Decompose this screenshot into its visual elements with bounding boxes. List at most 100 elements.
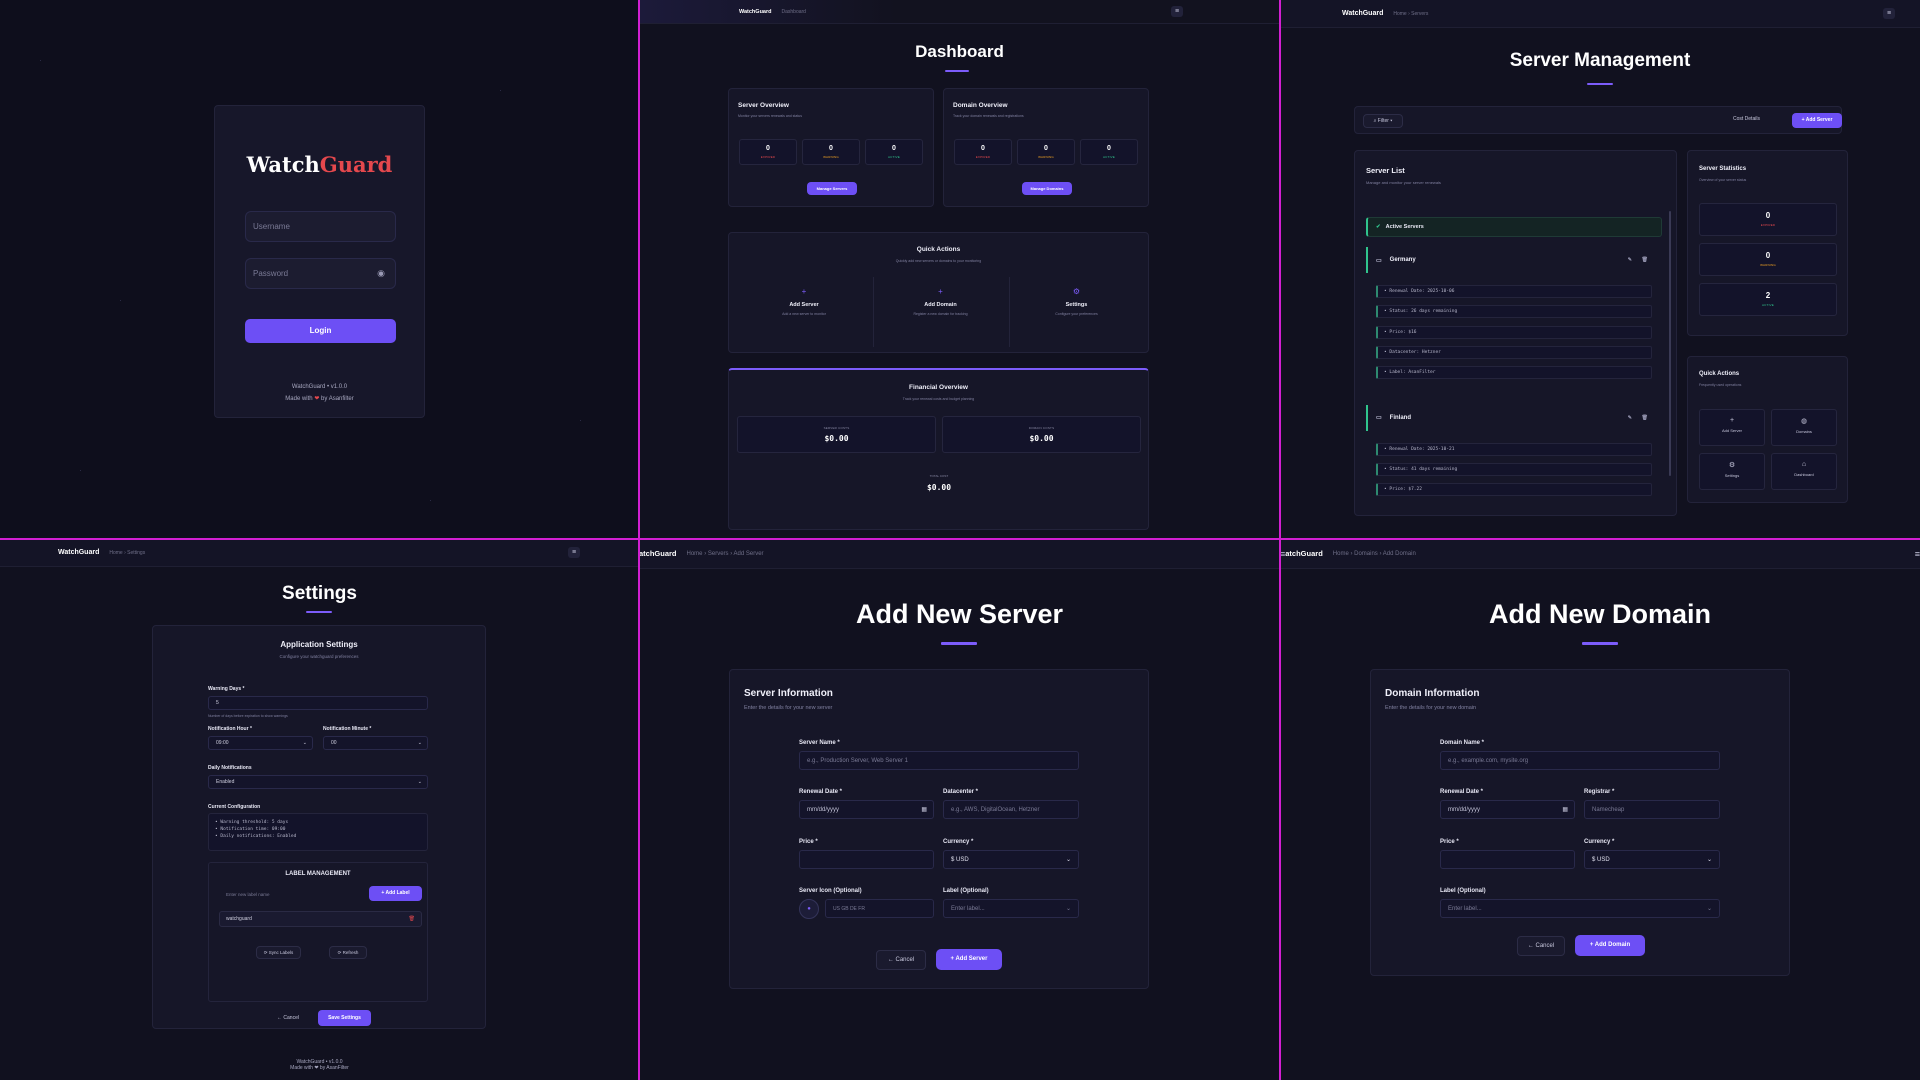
registrar-input[interactable]: Namecheap bbox=[1584, 800, 1720, 819]
renewal-date-input[interactable]: mm/dd/yyyy ▦ bbox=[799, 800, 934, 819]
breadcrumb: Home › Settings bbox=[109, 549, 146, 556]
manage-domains-button[interactable]: Manage Domains bbox=[1022, 182, 1072, 195]
login-button[interactable]: Login bbox=[245, 319, 396, 343]
delete-label-icon[interactable]: 🗑 bbox=[409, 916, 415, 922]
nav-brand[interactable]: atchGuard bbox=[639, 549, 677, 558]
currency-select[interactable]: $ USD ⌄ bbox=[1584, 850, 1720, 869]
calendar-icon[interactable]: ▦ bbox=[921, 806, 927, 813]
menu-icon[interactable]: ≡ bbox=[1883, 8, 1895, 19]
login-version: WatchGuard • v1.0.0 bbox=[291, 384, 348, 390]
nav-brand[interactable]: WatchGuard bbox=[739, 9, 772, 15]
menu-icon[interactable]: ≡ bbox=[568, 547, 580, 558]
settings-panel: WatchGuard Home › Settings ≡ Settings Ap… bbox=[0, 539, 639, 1080]
server-name-label: Server Name * bbox=[799, 740, 840, 746]
save-settings-button[interactable]: Save Settings bbox=[318, 1010, 371, 1026]
quick-action-desc: Register a new domain for tracking bbox=[913, 312, 968, 316]
current-config-box: • Warning threshold: 5 days • Notificatio… bbox=[208, 813, 428, 851]
cancel-button[interactable]: ← Cancel bbox=[1517, 936, 1565, 956]
edit-icon[interactable]: ✎ bbox=[1628, 257, 1632, 263]
domain-name-input[interactable]: e.g., example.com, mysite.org bbox=[1440, 751, 1720, 770]
currency-select[interactable]: $ USD ⌄ bbox=[943, 850, 1079, 869]
notification-minute-label: Notification Minute * bbox=[323, 726, 372, 732]
server-toolbar: ⌕ Filter ▾ Cost Details + Add Server bbox=[1354, 106, 1842, 134]
eye-icon[interactable]: ◉ bbox=[377, 268, 385, 279]
server-name: Germany bbox=[1389, 257, 1416, 263]
daily-notifications-select[interactable]: Enabled ⌄ bbox=[208, 775, 428, 789]
price-label: Price * bbox=[1440, 839, 1459, 845]
add-server-submit-button[interactable]: + Add Server bbox=[936, 949, 1002, 970]
server-statistics-card: Server Statistics Overview of your serve… bbox=[1687, 150, 1848, 336]
server-detail-row: • Price: $7.22 bbox=[1376, 483, 1652, 497]
calendar-icon[interactable]: ▦ bbox=[1562, 806, 1568, 813]
nav-brand[interactable]: atchGuard bbox=[1285, 549, 1323, 558]
price-input[interactable] bbox=[1440, 850, 1575, 869]
server-icon-input[interactable]: US GB DE FR bbox=[825, 899, 934, 918]
cost-details-button[interactable]: Cost Details bbox=[1733, 116, 1760, 122]
add-domain-submit-button[interactable]: + Add Domain bbox=[1575, 935, 1645, 956]
stat-box: 0 EXPIRED bbox=[954, 139, 1012, 165]
manage-servers-button[interactable]: Manage Servers bbox=[807, 182, 857, 195]
card-title: Domain Information bbox=[1385, 688, 1480, 699]
menu-icon[interactable]: ≡ bbox=[1915, 549, 1920, 559]
trash-icon[interactable]: 🗑 bbox=[1642, 415, 1648, 421]
warning-days-input[interactable]: 5 bbox=[208, 696, 428, 710]
trash-icon[interactable]: 🗑 bbox=[1642, 257, 1648, 263]
card-title: Application Settings bbox=[280, 640, 358, 649]
label-select[interactable]: Enter label... ⌄ bbox=[1440, 899, 1720, 918]
quick-action-domains[interactable]: ◍ Domains bbox=[1771, 409, 1837, 446]
refresh-button[interactable]: ⟳ Refresh bbox=[329, 946, 367, 959]
username-input[interactable]: Username bbox=[245, 211, 396, 242]
label-select[interactable]: Enter label... ⌄ bbox=[943, 899, 1079, 918]
title-underline bbox=[306, 611, 332, 613]
nav-brand[interactable]: WatchGuard bbox=[58, 549, 99, 556]
datacenter-input[interactable]: e.g., AWS, DigitalOcean, Hetzner bbox=[943, 800, 1079, 819]
notification-hour-label: Notification Hour * bbox=[208, 726, 252, 732]
breadcrumb: Home › Servers › Add Server bbox=[686, 550, 764, 557]
card-title: Financial Overview bbox=[909, 384, 968, 391]
password-input[interactable]: Password ◉ bbox=[245, 258, 396, 289]
price-input[interactable] bbox=[799, 850, 934, 869]
server-costs-box: SERVER COSTS $0.00 bbox=[737, 416, 936, 453]
quick-action-add-domain[interactable]: + Add Domain Register a new domain for tra… bbox=[873, 277, 1007, 347]
label-row: watchguard 🗑 bbox=[219, 911, 422, 927]
quick-action-label: Add Server bbox=[1721, 428, 1742, 433]
top-nav: WatchGuard Dashboard ≡ bbox=[639, 0, 1280, 24]
stat-box: 0 WARNING bbox=[1017, 139, 1075, 165]
filter-button[interactable]: ⌕ Filter ▾ bbox=[1363, 114, 1403, 128]
title-underline bbox=[1582, 642, 1618, 645]
plus-icon: + bbox=[801, 287, 807, 296]
add-server-button[interactable]: + Add Server bbox=[1792, 113, 1842, 128]
add-domain-panel: ≡ atchGuard Home › Domains › Add Domain … bbox=[1280, 539, 1920, 1080]
sync-labels-button[interactable]: ⟳ Sync Labels bbox=[256, 946, 301, 959]
add-label-button[interactable]: + Add Label bbox=[369, 886, 422, 901]
settings-footer: WatchGuard • v1.0.0 Made with ❤ by AsanF… bbox=[290, 1059, 349, 1071]
quick-action-settings[interactable]: ⚙ Settings bbox=[1699, 453, 1765, 490]
stat-value: 0 bbox=[1765, 251, 1771, 260]
stat-value: 0 bbox=[1044, 145, 1048, 152]
quick-action-dashboard[interactable]: ⌂ Dashboard bbox=[1771, 453, 1837, 490]
server-name-input[interactable]: e.g., Production Server, Web Server 1 bbox=[799, 751, 1079, 770]
notification-hour-select[interactable]: 09:00 ⌄ bbox=[208, 736, 313, 750]
top-nav: ≡ atchGuard Home › Domains › Add Domain … bbox=[1280, 539, 1920, 569]
domain-information-card: Domain Information Enter the details for… bbox=[1370, 669, 1790, 976]
cancel-button[interactable]: ← Cancel bbox=[876, 950, 926, 970]
new-label-input[interactable]: Enter new label name bbox=[219, 887, 364, 902]
renewal-date-input[interactable]: mm/dd/yyyy ▦ bbox=[1440, 800, 1575, 819]
server-entry-header[interactable]: ▭ Germany ✎ 🗑 bbox=[1366, 247, 1662, 273]
stat-value: 0 bbox=[766, 145, 770, 152]
nav-brand[interactable]: WatchGuard bbox=[1342, 10, 1383, 17]
page-title: Add New Server bbox=[855, 599, 1064, 629]
server-entry-header[interactable]: ▭ Finland ✎ 🗑 bbox=[1366, 404, 1662, 431]
card-subtitle: Enter the details for your new server bbox=[744, 705, 833, 711]
edit-icon[interactable]: ✎ bbox=[1628, 415, 1632, 421]
stat-box: 0 EXPIRED bbox=[739, 139, 797, 165]
stat-box: 0 ACTIVE bbox=[865, 139, 923, 165]
quick-action-settings[interactable]: ⚙ Settings Configure your preferences bbox=[1009, 277, 1143, 347]
notification-minute-select[interactable]: 00 ⌄ bbox=[323, 736, 428, 750]
menu-icon[interactable]: ≡ bbox=[1171, 6, 1183, 17]
list-scrollbar[interactable] bbox=[1669, 211, 1671, 476]
quick-action-add-server[interactable]: + Add Server Add a new server to monitor bbox=[737, 277, 871, 347]
cancel-button[interactable]: ← Cancel bbox=[271, 1012, 305, 1026]
total-cost-box: TOTAL COST $0.00 bbox=[926, 474, 952, 492]
quick-action-add-server[interactable]: + Add Server bbox=[1699, 409, 1765, 446]
